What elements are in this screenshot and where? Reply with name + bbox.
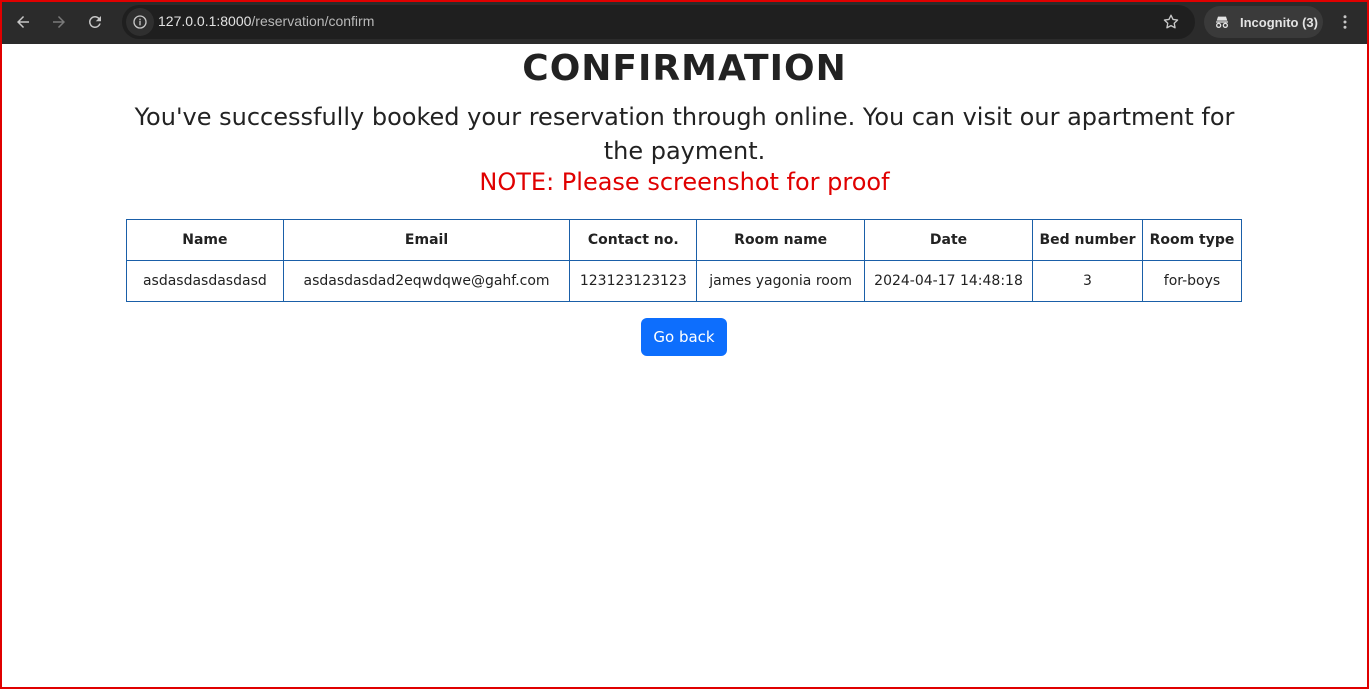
header-room-type: Room type: [1141, 219, 1243, 261]
go-back-button[interactable]: Go back: [641, 318, 727, 356]
cell-bed-number: 3: [1031, 260, 1143, 302]
cell-date: 2024-04-17 14:48:18: [864, 260, 1033, 302]
forward-arrow-icon[interactable]: [47, 10, 71, 34]
star-icon[interactable]: [1160, 11, 1182, 33]
table-header-row: Name Email Contact no. Room name Date Be…: [126, 219, 1243, 261]
incognito-icon: [1214, 13, 1232, 31]
cell-room-type: for-boys: [1141, 260, 1243, 302]
back-arrow-icon[interactable]: [11, 10, 35, 34]
cell-contact: 123123123123: [569, 260, 698, 302]
page-title: CONFIRMATION: [522, 48, 847, 89]
header-name: Name: [126, 219, 284, 261]
url-text[interactable]: 127.0.0.1:8000/reservation/confirm: [158, 13, 374, 29]
confirmation-message: You've successfully booked your reservat…: [134, 103, 1235, 165]
proof-note: NOTE: Please screenshot for proof: [479, 168, 890, 196]
header-date: Date: [864, 219, 1033, 261]
kebab-menu-icon[interactable]: [1335, 10, 1355, 34]
url-path: /reservation/confirm: [251, 13, 375, 29]
cell-name: asdasdasdasdasd: [126, 260, 284, 302]
incognito-label: Incognito (3): [1240, 14, 1318, 30]
header-contact: Contact no.: [569, 219, 698, 261]
cell-room-name: james yagonia room: [696, 260, 866, 302]
url-host: 127.0.0.1:8000: [158, 13, 252, 29]
cell-email: asdasdasdad2eqwdqwe@gahf.com: [282, 260, 571, 302]
header-email: Email: [282, 219, 571, 261]
site-info-icon[interactable]: [126, 8, 154, 36]
reservation-table: Name Email Contact no. Room name Date Be…: [126, 219, 1243, 302]
table-row: asdasdasdasdasd asdasdasdad2eqwdqwe@gahf…: [126, 260, 1243, 302]
browser-toolbar: 127.0.0.1:8000/reservation/confirm Incog…: [0, 0, 1369, 44]
header-room-name: Room name: [696, 219, 866, 261]
address-bar[interactable]: 127.0.0.1:8000/reservation/confirm: [122, 5, 1195, 39]
header-bed-number: Bed number: [1031, 219, 1143, 261]
reload-icon[interactable]: [83, 10, 107, 34]
incognito-badge[interactable]: Incognito (3): [1204, 6, 1323, 38]
